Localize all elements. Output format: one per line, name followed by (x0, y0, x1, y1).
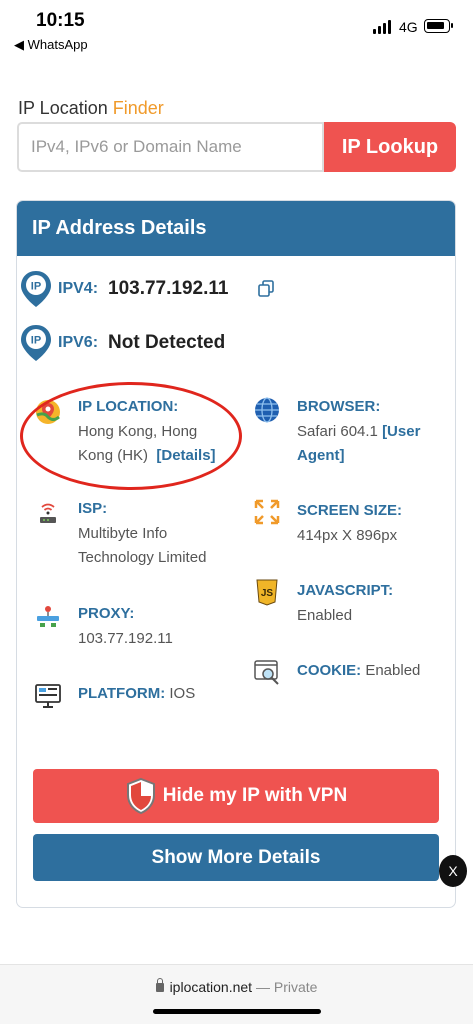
browser-label: BROWSER: (297, 398, 381, 415)
cookie-label: COOKIE: Enabled (297, 662, 420, 679)
monitor-icon (35, 684, 61, 708)
browser-item: BROWSER: Safari 604.1 [User Agent] (253, 396, 453, 466)
ip-pin-icon: IP (21, 325, 51, 361)
isp-line-1: Multibyte Info (78, 525, 168, 542)
proxy-value: 103.77.192.11 (78, 630, 173, 647)
expand-arrows-icon (254, 499, 280, 525)
user-agent-link[interactable]: [User (382, 423, 420, 440)
card-header: IP Address Details (17, 201, 455, 256)
cookie-value: Enabled (361, 662, 421, 679)
platform-value: IOS (165, 685, 196, 702)
platform-item: PLATFORM: IOS (34, 682, 244, 712)
ipv4-label: IPV4: (58, 280, 99, 297)
ip-lookup-button[interactable]: IP Lookup (324, 122, 456, 172)
svg-text:IP: IP (31, 281, 41, 293)
ipv6-row: IP IPV6: Not Detected (20, 324, 225, 362)
user-agent-link-cont[interactable]: Agent] (297, 447, 345, 464)
clock: 10:15 (36, 10, 85, 31)
cookie-label-text: COOKIE: (297, 662, 362, 679)
platform-label: PLATFORM: IOS (78, 685, 195, 702)
ip-search-input[interactable] (17, 122, 324, 172)
battery-icon (424, 19, 453, 33)
back-to-app-link[interactable]: ◀ WhatsApp (14, 37, 88, 53)
javascript-value: Enabled (297, 607, 353, 624)
vpn-button-label: Hide my IP with VPN (162, 785, 348, 806)
cookie-item: COOKIE: Enabled (253, 658, 463, 688)
cookie-browser-icon (254, 660, 279, 685)
ipv6-value: Not Detected (108, 332, 226, 353)
browser-value: Safari 604.1 [User Agent] (297, 420, 420, 468)
finder-title: IP Location Finder (18, 98, 164, 119)
isp-label: ISP: (78, 500, 108, 517)
highlight-circle (20, 382, 242, 490)
isp-item: ISP: Multibyte Info Technology Limited (34, 500, 234, 570)
network-type: 4G (399, 19, 418, 35)
browser-url-bar[interactable]: iplocation.net — Private (0, 964, 473, 1024)
hide-ip-vpn-button[interactable]: Hide my IP with VPN (33, 769, 439, 823)
show-more-details-button[interactable]: Show More Details (33, 834, 439, 881)
url-display: iplocation.net — Private (0, 978, 473, 995)
url-domain: iplocation.net (169, 979, 253, 995)
javascript-item: JS JAVASCRIPT: Enabled (253, 578, 453, 628)
globe-icon (255, 397, 279, 423)
home-indicator[interactable] (153, 1009, 321, 1014)
isp-value: Multibyte Info Technology Limited (78, 522, 206, 570)
javascript-icon: JS (256, 579, 278, 606)
ipv4-row: IP IPV4: 103.77.192.11 (20, 270, 276, 308)
proxy-network-icon (37, 606, 59, 627)
screen-size-value: 414px X 896px (297, 527, 398, 544)
ipv6-label: IPV6: (58, 334, 99, 351)
browser-name: Safari 604.1 (297, 423, 383, 440)
svg-text:JS: JS (261, 588, 274, 599)
finder-title-accent: Finder (112, 98, 164, 118)
javascript-label: JAVASCRIPT: (297, 582, 394, 599)
ip-pin-icon: IP (21, 271, 51, 307)
isp-line-2: Technology Limited (78, 549, 207, 566)
screen-size-item: SCREEN SIZE: 414px X 896px (253, 498, 453, 548)
status-bar: 10:15 ◀ WhatsApp 4G (0, 0, 473, 58)
screen-size-label: SCREEN SIZE: (297, 502, 403, 519)
finder-title-main: IP Location (18, 98, 113, 118)
lock-icon (155, 978, 164, 992)
proxy-item: PROXY: 103.77.192.11 (34, 602, 234, 652)
svg-text:IP: IP (31, 335, 41, 347)
cellular-signal-icon (373, 20, 393, 34)
platform-label-text: PLATFORM: (78, 685, 166, 702)
copy-icon[interactable] (256, 279, 276, 299)
url-private-label: — Private (252, 979, 318, 995)
proxy-label: PROXY: (78, 605, 135, 622)
ipv4-value: 103.77.192.11 (108, 278, 229, 299)
close-button[interactable]: X (439, 855, 467, 887)
isp-router-icon (40, 503, 56, 523)
shield-icon (126, 777, 155, 815)
